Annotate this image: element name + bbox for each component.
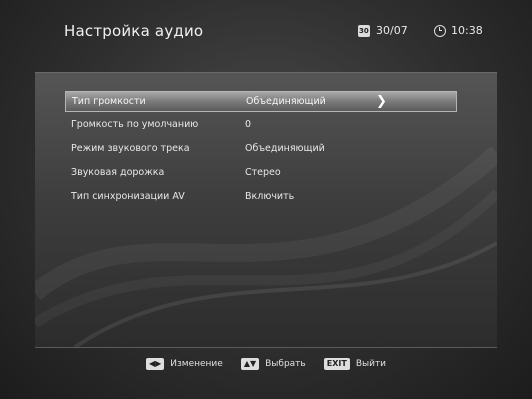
clock-icon: [434, 24, 446, 37]
exit-hint: Выйти: [355, 359, 387, 369]
time-display: 10:38: [434, 24, 483, 37]
menu-row-volume-type[interactable]: Тип громкости Объединяющий ❯: [65, 91, 457, 112]
left-right-key-icon: ◀▶: [145, 358, 165, 370]
menu-row-av-sync[interactable]: Тип синхронизации AV Включить: [65, 187, 455, 206]
row-label: Звуковая дорожка: [71, 167, 165, 178]
row-value: Стерео: [245, 167, 281, 178]
date-text: 30/07: [376, 24, 408, 37]
up-down-key-icon: ▲▼: [240, 358, 260, 370]
row-label: Тип синхронизации AV: [71, 191, 185, 202]
page-title: Настройка аудио: [64, 22, 204, 40]
select-hint: Выбрать: [265, 359, 306, 369]
footer-divider: [35, 347, 497, 348]
screen: Настройка аудио 30/07 10:38 Тип громкост…: [0, 0, 532, 399]
settings-panel: Тип громкости Объединяющий ❯ Громкость п…: [35, 72, 497, 347]
exit-key-icon: EXIT: [323, 358, 350, 370]
row-value: Объединяющий: [246, 96, 326, 107]
row-label: Режим звукового трека: [71, 143, 190, 154]
menu-row-audio-track-mode[interactable]: Режим звукового трека Объединяющий: [65, 139, 455, 158]
row-label: Громкость по умолчанию: [71, 119, 199, 130]
date-display: 30/07: [358, 24, 408, 37]
row-value: Объединяющий: [245, 143, 325, 154]
chevron-right-icon[interactable]: ❯: [376, 94, 387, 109]
row-value: Включить: [245, 191, 295, 202]
menu-row-audio-track[interactable]: Звуковая дорожка Стерео: [65, 163, 455, 182]
change-hint: Изменение: [170, 359, 223, 369]
time-text: 10:38: [451, 24, 483, 37]
calendar-icon: [358, 24, 370, 37]
row-value: 0: [245, 119, 252, 130]
menu-row-default-volume[interactable]: Громкость по умолчанию 0: [65, 115, 455, 134]
footer-hints: ◀▶ Изменение ▲▼ Выбрать EXIT Выйти: [0, 358, 532, 370]
row-label: Тип громкости: [72, 96, 146, 107]
